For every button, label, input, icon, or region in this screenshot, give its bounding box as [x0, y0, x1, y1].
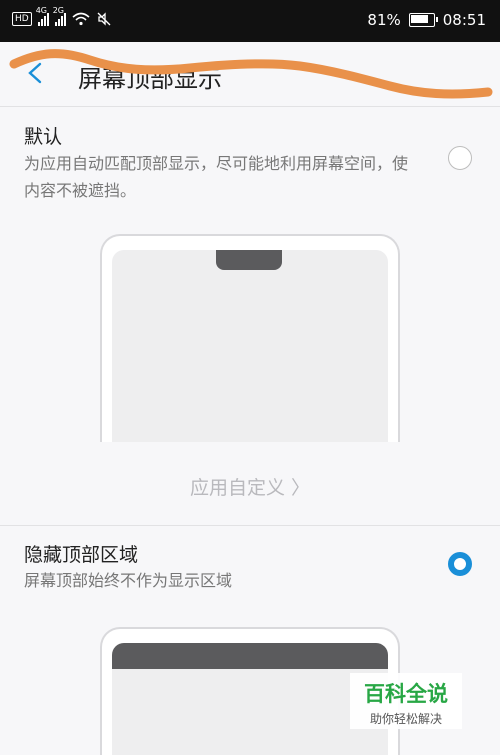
option-hide-radio[interactable]: [448, 552, 472, 576]
status-bar-left: HD 4G 2G: [12, 6, 112, 27]
option-default-radio[interactable]: [448, 146, 472, 170]
divider: [0, 525, 500, 526]
signal-icon-1: 4G: [36, 6, 49, 26]
watermark-title: 百科全说: [364, 682, 448, 706]
option-default-title: 默认: [24, 126, 63, 148]
preview-notch: [216, 250, 282, 270]
back-arrow-icon: [28, 62, 42, 84]
header: 屏幕顶部显示: [0, 42, 500, 107]
preview-hidden-bar: [112, 643, 388, 669]
network-type-1: 4G: [35, 6, 47, 15]
preview-default: [100, 234, 400, 442]
status-bar: HD 4G 2G 81% 08:51: [0, 0, 500, 42]
network-type-2: 2G: [52, 6, 64, 15]
mute-icon: [97, 12, 111, 26]
option-hide-desc: 屏幕顶部始终不作为显示区域: [24, 571, 233, 590]
status-bar-right: 81% 08:51: [367, 11, 486, 29]
hd-icon: HD: [12, 12, 32, 26]
watermark-subtitle: 助你轻松解决: [369, 712, 442, 726]
clock: 08:51: [442, 11, 486, 29]
signal-icon-2: 2G: [53, 6, 66, 26]
page-title: 屏幕顶部显示: [78, 65, 222, 93]
preview-screen: [112, 250, 388, 442]
battery-percent: 81%: [367, 11, 401, 29]
app-custom-link[interactable]: 应用自定义 〉: [0, 473, 500, 500]
wifi-icon: [72, 12, 90, 26]
watermark: 百科全说 助你轻松解决: [350, 673, 462, 729]
battery-icon: [408, 13, 438, 27]
option-default-desc: 为应用自动匹配顶部显示，尽可能地利用屏幕空间，使内容不被遮挡。: [24, 154, 409, 200]
back-button[interactable]: [20, 58, 50, 88]
option-hide-title: 隐藏顶部区域: [24, 544, 139, 566]
